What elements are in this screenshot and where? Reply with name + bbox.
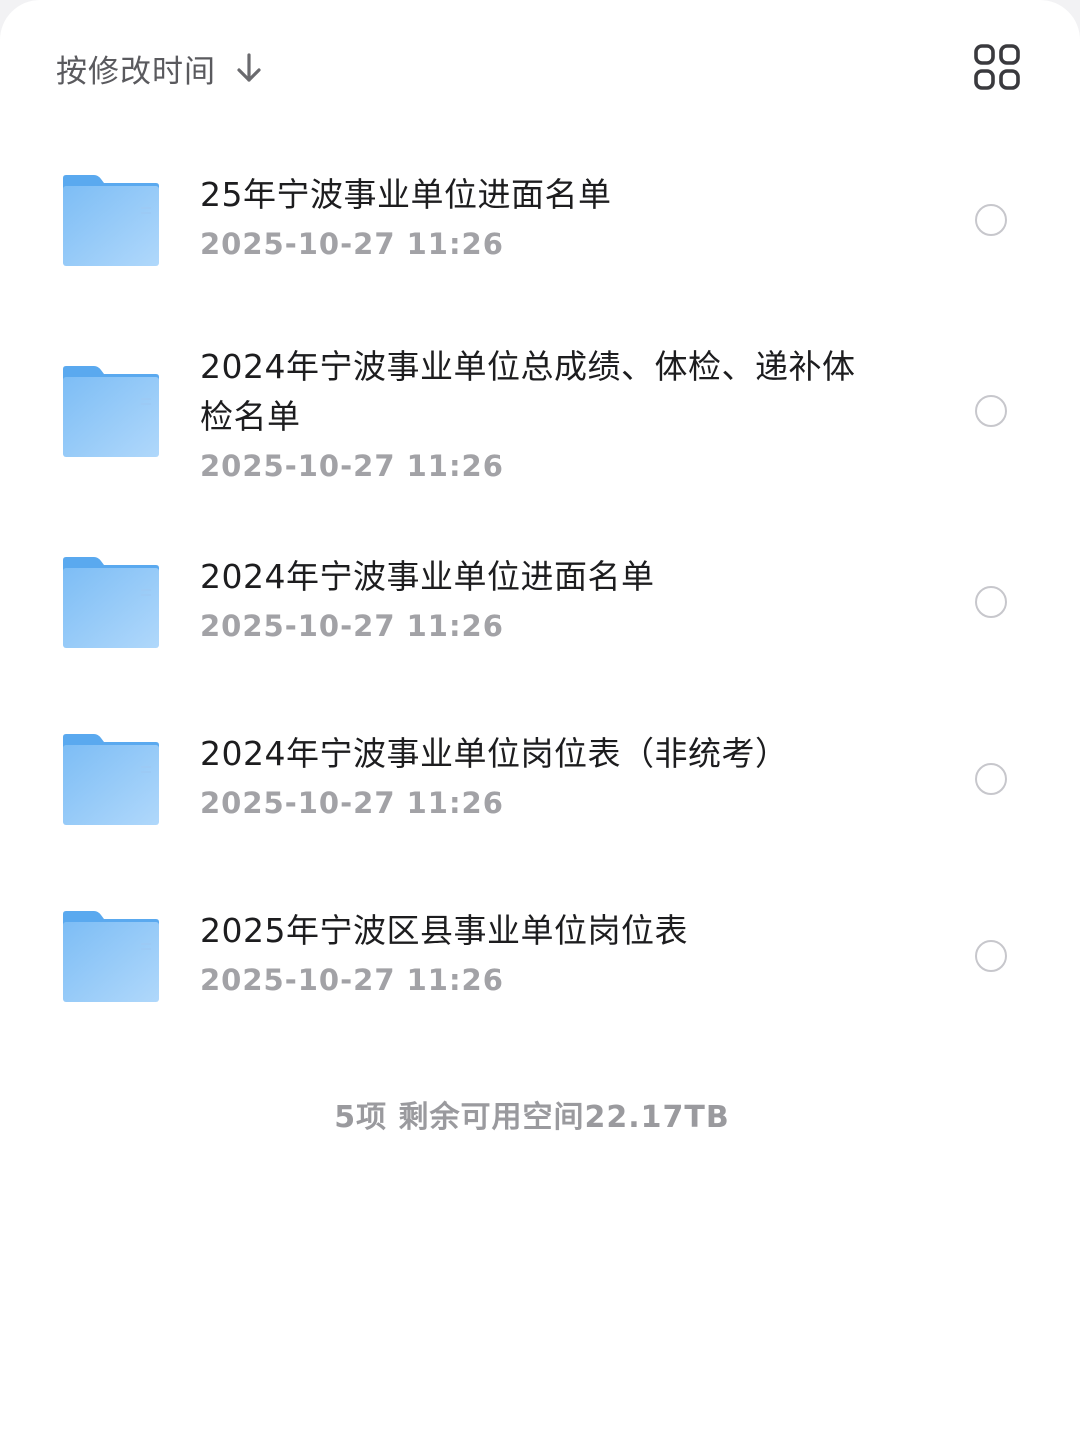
modified-date: 2025-10-27 11:26	[200, 227, 504, 261]
sort-control[interactable]: 按修改时间	[56, 44, 264, 92]
file-name: 2024年宁波事业单位岗位表（非统考）	[200, 734, 789, 773]
arrow-down-icon	[234, 50, 264, 86]
file-name: 2024年宁波事业单位总成绩、体检、递补体检名单	[200, 347, 856, 436]
modified-date: 2025-10-27 11:26	[200, 449, 504, 483]
select-checkbox[interactable]	[975, 586, 1007, 618]
sort-label: 按修改时间	[56, 53, 216, 90]
file-list-sheet: 按修改时间 25年宁波事业单位进面名单 2025-10-27 11:26 202…	[0, 0, 1080, 1440]
folder-icon	[60, 365, 162, 459]
storage-summary: 5项 剩余可用空间22.17TB	[334, 1100, 730, 1135]
folder-icon	[60, 910, 162, 1004]
modified-date: 2025-10-27 11:26	[200, 609, 504, 643]
folder-icon	[60, 174, 162, 268]
grid-view-icon[interactable]	[974, 44, 1020, 90]
file-name: 2025年宁波区县事业单位岗位表	[200, 911, 688, 950]
select-checkbox[interactable]	[975, 763, 1007, 795]
select-checkbox[interactable]	[975, 204, 1007, 236]
folder-icon	[60, 556, 162, 650]
file-name: 25年宁波事业单位进面名单	[200, 175, 612, 214]
modified-date: 2025-10-27 11:26	[200, 786, 504, 820]
select-checkbox[interactable]	[975, 395, 1007, 427]
select-checkbox[interactable]	[975, 940, 1007, 972]
folder-icon	[60, 733, 162, 827]
modified-date: 2025-10-27 11:26	[200, 963, 504, 997]
file-name: 2024年宁波事业单位进面名单	[200, 557, 655, 596]
